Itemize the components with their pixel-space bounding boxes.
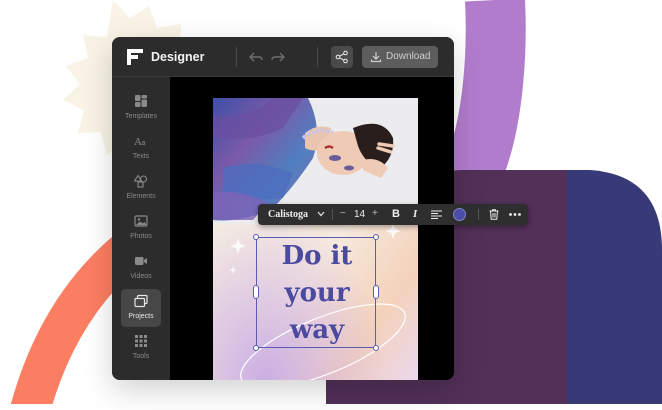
- share-icon: [335, 50, 348, 64]
- headline-line: way: [289, 315, 345, 345]
- chevron-down-icon[interactable]: [317, 211, 325, 217]
- resize-handle-top-left[interactable]: [253, 234, 259, 240]
- svg-text:a: a: [142, 140, 146, 147]
- headline-line: Do it: [281, 241, 353, 271]
- resize-handle-top-right[interactable]: [373, 234, 379, 240]
- toolbar-divider: [236, 47, 237, 67]
- text-color-swatch[interactable]: [453, 208, 466, 221]
- redo-icon[interactable]: [270, 49, 286, 65]
- headline-line: your: [284, 278, 350, 308]
- undo-icon[interactable]: [248, 49, 264, 65]
- download-label: Download: [386, 51, 431, 62]
- font-size-value[interactable]: 14: [354, 209, 365, 220]
- bold-button[interactable]: B: [392, 208, 400, 220]
- download-icon: [370, 52, 382, 63]
- italic-button[interactable]: I: [413, 208, 417, 220]
- align-left-icon[interactable]: [431, 210, 442, 219]
- resize-handle-right[interactable]: [373, 285, 379, 299]
- toolbar-separator: [332, 209, 333, 220]
- toolbar-divider: [317, 47, 318, 67]
- sidebar-item-videos[interactable]: Videos: [121, 249, 161, 287]
- resize-handle-left[interactable]: [253, 285, 259, 299]
- share-button[interactable]: [331, 46, 353, 68]
- sidebar-item-label: Texts: [132, 153, 150, 160]
- sidebar-item-label: Tools: [132, 353, 150, 360]
- elements-icon: [134, 174, 148, 188]
- sidebar-item-projects[interactable]: Projects: [121, 289, 161, 327]
- templates-icon: [135, 95, 147, 107]
- font-size-decrease-button[interactable]: −: [340, 208, 346, 219]
- font-size-increase-button[interactable]: +: [372, 208, 378, 219]
- tools-grid-icon: [135, 335, 147, 347]
- font-selector[interactable]: Calistoga: [268, 209, 308, 220]
- text-icon: A a: [134, 136, 146, 148]
- navy-block-shape: [567, 170, 662, 410]
- sidebar-item-tools[interactable]: Tools: [121, 329, 161, 367]
- trash-icon[interactable]: [489, 209, 499, 220]
- left-tool-rail: Templates A a Texts Elements Photos Vide…: [112, 77, 170, 380]
- app-title: Designer: [151, 50, 205, 64]
- selected-text-box[interactable]: Do it your way: [253, 234, 379, 351]
- more-options-icon[interactable]: [509, 213, 521, 216]
- photo-icon: [134, 215, 148, 227]
- sidebar-item-label: Videos: [130, 273, 152, 280]
- sidebar-item-photos[interactable]: Photos: [121, 209, 161, 247]
- designer-logo-icon: [127, 49, 143, 65]
- sidebar-item-label: Templates: [125, 113, 157, 120]
- projects-icon: [134, 294, 148, 308]
- sidebar-item-label: Elements: [126, 193, 156, 200]
- headline-text[interactable]: Do it your way: [257, 238, 377, 349]
- resize-handle-bottom-left[interactable]: [253, 345, 259, 351]
- resize-handle-bottom-right[interactable]: [373, 345, 379, 351]
- toolbar-separator: [478, 209, 479, 220]
- sidebar-item-texts[interactable]: A a Texts: [121, 129, 161, 167]
- sidebar-item-templates[interactable]: Templates: [121, 89, 161, 127]
- sidebar-item-label: Photos: [130, 233, 152, 240]
- bottom-strip: [0, 404, 662, 410]
- sidebar-item-label: Projects: [128, 313, 154, 320]
- sidebar-item-elements[interactable]: Elements: [121, 169, 161, 207]
- top-bar: Designer Download: [112, 37, 454, 77]
- download-button[interactable]: Download: [362, 46, 438, 68]
- text-format-toolbar: Calistoga − 14 + B I: [258, 204, 528, 225]
- video-icon: [135, 257, 147, 265]
